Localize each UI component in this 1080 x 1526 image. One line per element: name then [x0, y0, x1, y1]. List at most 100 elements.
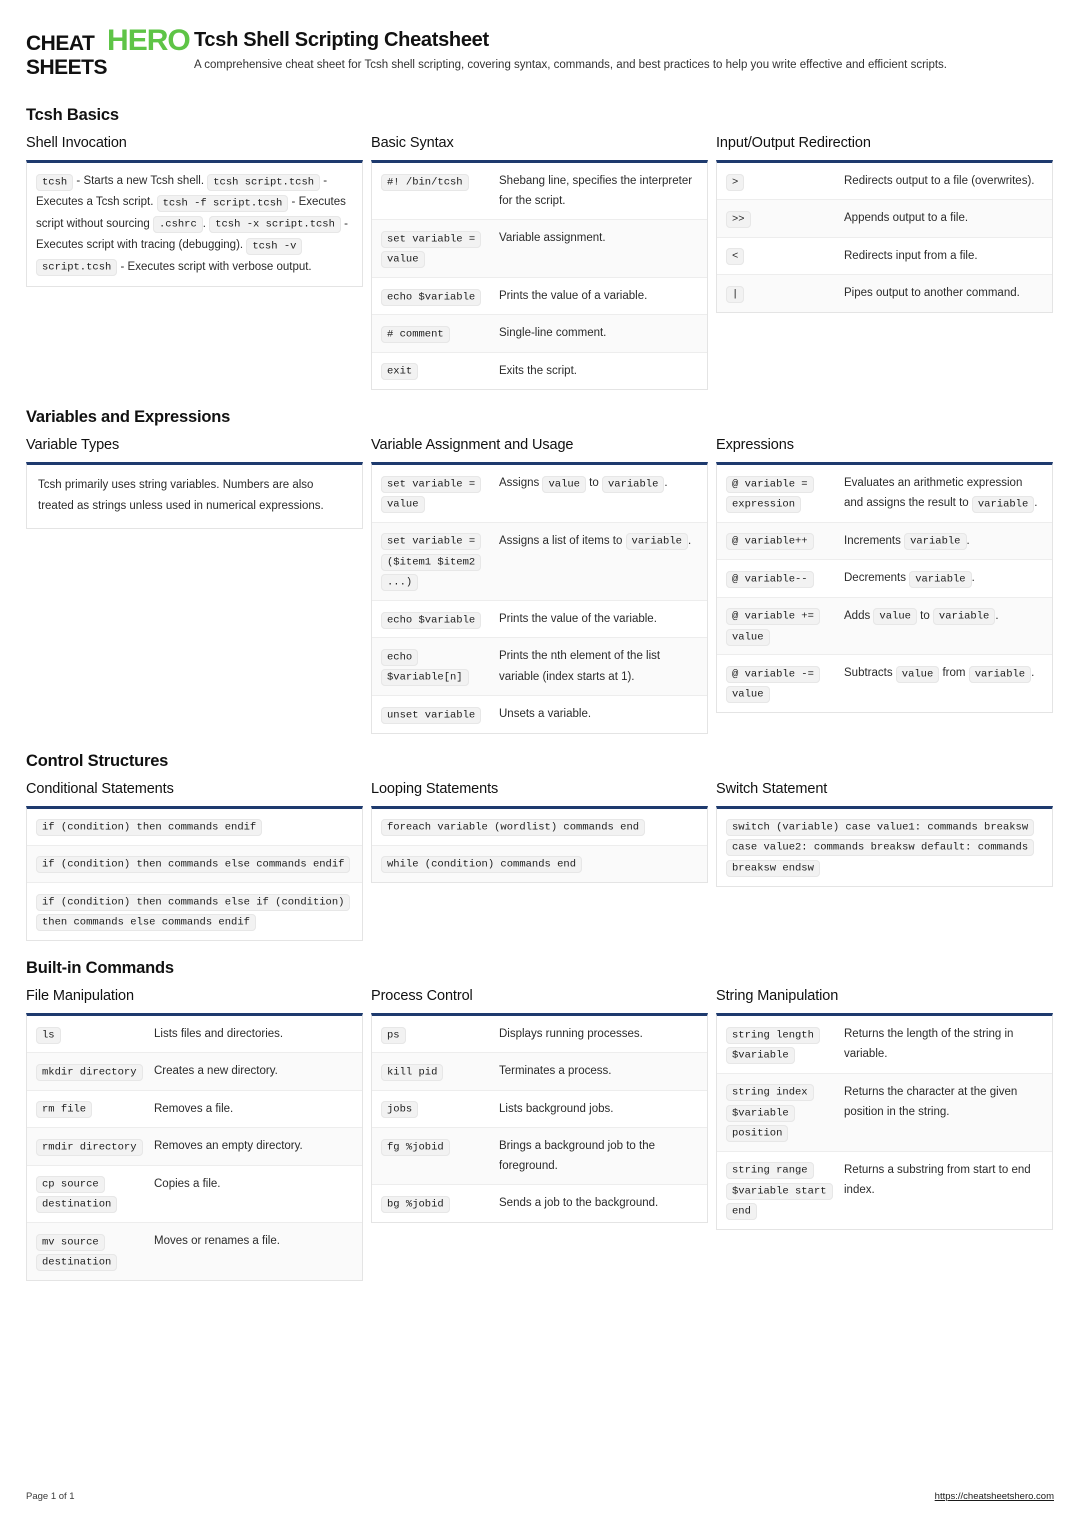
row-term: >> [726, 208, 844, 228]
code-chip: variable [909, 570, 972, 588]
row-term: rmdir directory [36, 1136, 154, 1156]
code-chip: bg %jobid [381, 1195, 450, 1213]
table-row: > Redirects output to a file (overwrites)… [717, 163, 1052, 201]
table-row: rmdir directory Removes an empty director… [27, 1128, 362, 1166]
code-snippet: if (condition) then commands endif [36, 819, 263, 836]
table-row: echo $variable Prints the value of a vari… [372, 278, 707, 316]
code-chip: | [726, 285, 745, 303]
table-row: string length $variable Returns the lengt… [717, 1016, 1052, 1074]
row-description: Variable assignment. [499, 232, 606, 245]
row-term: | [726, 283, 844, 303]
row-description: Assigns a list of items to variable. [499, 531, 698, 592]
row-term: kill pid [381, 1061, 499, 1081]
card-body: foreach variable (wordlist) commands end… [371, 805, 708, 884]
code-chip: value [873, 608, 917, 626]
table-row: ls Lists files and directories. [27, 1016, 362, 1054]
row-description: Decrements variable. [844, 568, 1043, 588]
table-row: switch (variable) case value1: commands … [717, 809, 1052, 886]
row-term: #! /bin/tcsh [381, 171, 499, 211]
card-title: Variable Assignment and Usage [371, 437, 574, 454]
code-chip: set variable = value [381, 475, 482, 513]
row-description: Prints the value of the variable. [499, 613, 657, 625]
site-url-link[interactable]: https://cheatsheetshero.com [935, 1491, 1054, 1502]
section-columns: Shell Invocation tcsh - Starts a new Tcsh… [26, 135, 1054, 391]
code-chip: set variable = ($item1 $item2 ...) [381, 533, 482, 592]
table-row: if (condition) then commands endif [27, 809, 362, 846]
page-title: Tcsh Shell Scripting Cheatsheet [194, 29, 489, 51]
table-row: @ variable-- Decrements variable. [717, 560, 1052, 598]
row-term: set variable = ($item1 $item2 ...) [381, 531, 499, 592]
row-description: Redirects output to a file (overwrites). [844, 175, 1035, 187]
card-title: Basic Syntax [371, 135, 454, 151]
row-term: string range $variable start end [726, 1160, 844, 1221]
row-term: set variable = value [381, 473, 499, 514]
table-row: set variable = value Assigns value to var… [372, 465, 707, 523]
row-term: > [726, 171, 844, 191]
card: Variable Assignment and Usage set variabl… [371, 437, 708, 734]
row-term: string index $variable position [726, 1082, 844, 1143]
section-title: Control Structures [26, 751, 169, 770]
card-body: tcsh - Starts a new Tcsh shell. tcsh scr… [26, 160, 363, 288]
card-title: Looping Statements [371, 780, 499, 797]
table-row: @ variable -= value Subtracts value from … [717, 655, 1052, 712]
cheatsheet-page: CHEAT SHEETS HERO Tcsh Shell Scripting C… [0, 0, 1080, 1526]
card-title: Shell Invocation [26, 135, 127, 151]
table-row: @ variable++ Increments variable. [717, 522, 1052, 561]
logo-accent-word: HERO [107, 24, 191, 57]
row-term: bg %jobid [381, 1193, 499, 1213]
code-chip: #! /bin/tcsh [381, 173, 469, 191]
code-chip: rm file [36, 1101, 93, 1119]
code-snippet: while (condition) commands end [381, 856, 583, 874]
code-chip: kill pid [381, 1063, 444, 1081]
code-chip: .cshrc [152, 216, 203, 234]
card: Conditional Statements if (condition) the… [26, 781, 363, 941]
table-row: @ variable += value Adds value to variabl… [717, 597, 1052, 656]
row-description: Evaluates an arithmetic expression and a… [844, 473, 1043, 514]
code-chip: > [726, 173, 745, 191]
card-title: File Manipulation [26, 988, 134, 1004]
code-chip: mv source destination [36, 1233, 118, 1272]
card-body: if (condition) then commands endif if (co… [26, 805, 363, 941]
card-title: Switch Statement [716, 780, 828, 797]
row-description: Displays running processes. [499, 1028, 643, 1040]
table-row: ps Displays running processes. [372, 1016, 707, 1054]
card: Looping Statements foreach variable (word… [371, 781, 708, 884]
row-description: Terminates a process. [499, 1065, 612, 1078]
card-body: ls Lists files and directories. mkdir dire… [26, 1013, 363, 1281]
table-row: string index $variable position Returns t… [717, 1073, 1052, 1152]
section-columns: Variable Types Tcsh primarily uses string… [26, 437, 1054, 734]
section-title: Variables and Expressions [26, 408, 231, 427]
table-row: | Pipes output to another command. [717, 275, 1052, 312]
code-chip: @ variable = expression [726, 475, 814, 513]
free-text-block: tcsh - Starts a new Tcsh shell. tcsh scr… [27, 163, 362, 286]
card-title: Expressions [716, 437, 794, 454]
code-chip: string index $variable position [726, 1084, 814, 1142]
logo-line-2: SHEETS [26, 56, 108, 79]
row-term: ls [36, 1024, 154, 1044]
code-chip: tcsh [36, 173, 74, 191]
sections-container: Tcsh Basics Shell Invocation tcsh - Starts… [26, 106, 1054, 1281]
row-term: < [726, 246, 844, 266]
row-description: Exits the script. [499, 364, 577, 377]
table-row: echo $variable[n] Prints the nth element … [372, 638, 707, 697]
card: Shell Invocation tcsh - Starts a new Tcsh… [26, 135, 363, 288]
code-chip: echo $variable [381, 288, 482, 306]
page-subtitle: A comprehensive cheat sheet for Tcsh she… [194, 59, 947, 71]
row-term: cp source destination [36, 1174, 154, 1215]
row-term: string length $variable [726, 1024, 844, 1065]
row-term: ps [381, 1024, 499, 1044]
table-row: mv source destination Moves or renames a … [27, 1223, 362, 1280]
card-body: switch (variable) case value1: commands … [716, 805, 1053, 887]
card: Process Control ps Displays running proces… [371, 988, 708, 1223]
code-chip: variable [971, 495, 1035, 513]
table-row: < Redirects input from a file. [717, 238, 1052, 276]
page-header: CHEAT SHEETS HERO Tcsh Shell Scripting C… [26, 25, 1054, 88]
code-chip: tcsh -f script.tcsh [156, 194, 289, 212]
table-row: if (condition) then commands else if (co… [27, 883, 362, 940]
cheatsheetshero-logo: CHEAT SHEETS HERO [26, 25, 191, 79]
table-row: echo $variable Prints the value of the va… [372, 601, 707, 639]
code-chip: tcsh script.tcsh [207, 173, 321, 191]
code-chip: @ variable-- [726, 570, 814, 588]
row-description: Prints the nth element of the list varia… [499, 650, 661, 683]
row-term: jobs [381, 1099, 499, 1119]
